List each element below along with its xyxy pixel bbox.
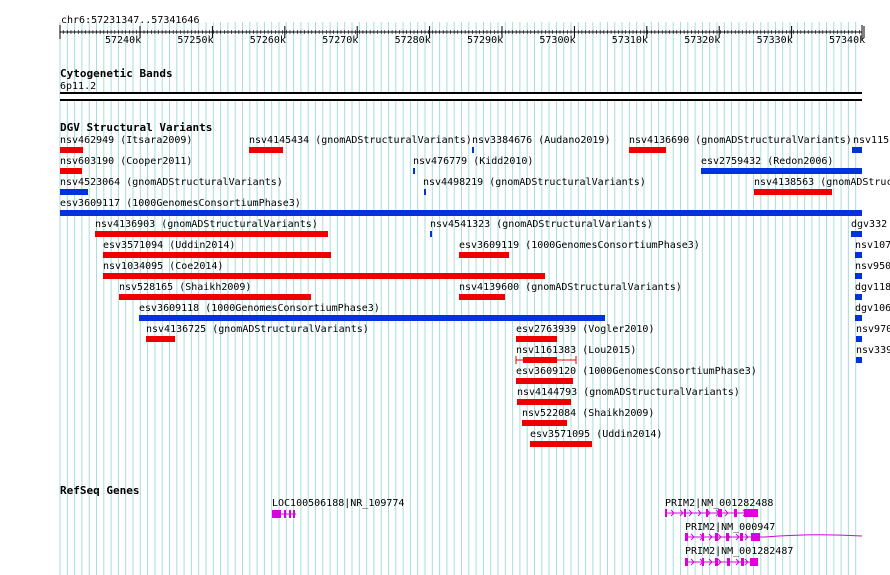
variant-bar[interactable]	[523, 357, 557, 363]
variant-bar[interactable]	[629, 147, 666, 153]
variant-bar[interactable]	[851, 231, 862, 237]
variant-bar[interactable]	[856, 336, 862, 342]
variant-bar[interactable]	[517, 399, 571, 405]
gene-exon[interactable]	[715, 558, 718, 566]
variant-bar[interactable]	[459, 294, 505, 300]
gene-exon[interactable]	[750, 509, 758, 517]
variant-bar[interactable]	[516, 336, 557, 342]
variant-bar[interactable]	[103, 273, 545, 279]
variant-bar[interactable]	[424, 189, 426, 195]
variant-bar[interactable]	[413, 168, 415, 174]
variant-bar[interactable]	[249, 147, 283, 153]
gene-exon[interactable]	[706, 509, 708, 517]
gene-exon[interactable]	[289, 510, 291, 518]
gene-exon[interactable]	[727, 558, 730, 566]
gene-exon[interactable]	[751, 533, 760, 541]
variant-bar[interactable]	[459, 252, 507, 258]
variant-bar[interactable]	[855, 252, 862, 258]
gene-exon[interactable]	[685, 558, 688, 566]
variant-bar[interactable]	[430, 231, 432, 237]
gene-exon[interactable]	[284, 510, 286, 518]
variant-bar[interactable]	[60, 147, 83, 153]
variant-bar[interactable]	[139, 315, 605, 321]
gene-exon[interactable]	[293, 510, 295, 518]
variant-bar[interactable]	[103, 252, 331, 258]
gene-exon[interactable]	[684, 509, 686, 517]
variant-bar[interactable]	[530, 441, 592, 447]
variant-bar[interactable]	[855, 315, 862, 321]
gene-exon[interactable]	[750, 558, 758, 566]
feature-layer	[60, 147, 863, 566]
variant-bar[interactable]	[516, 378, 573, 384]
gene-exon[interactable]	[718, 509, 722, 517]
gene-exon[interactable]	[741, 558, 744, 566]
gene-exon[interactable]	[665, 509, 667, 517]
variant-bar[interactable]	[95, 231, 328, 237]
gene-intron-line	[764, 534, 863, 538]
gene-exon[interactable]	[734, 509, 737, 517]
variant-bar[interactable]	[146, 336, 175, 342]
variant-bar[interactable]	[856, 357, 862, 363]
variant-bar[interactable]	[852, 147, 862, 153]
gene-exon[interactable]	[740, 533, 743, 541]
variant-bar[interactable]	[522, 420, 567, 426]
variant-bar[interactable]	[507, 252, 509, 258]
gene-exon[interactable]	[702, 533, 704, 541]
gene-exon[interactable]	[685, 533, 688, 541]
gene-exon[interactable]	[726, 533, 729, 541]
variant-bar[interactable]	[701, 168, 862, 174]
variant-bar[interactable]	[855, 294, 862, 300]
variant-bar[interactable]	[754, 189, 832, 195]
variant-bar[interactable]	[60, 210, 862, 216]
gene-exon[interactable]	[715, 533, 718, 541]
variant-bar[interactable]	[60, 168, 82, 174]
gene-exon[interactable]	[702, 558, 704, 566]
variant-bar[interactable]	[60, 189, 88, 195]
gene-exon[interactable]	[272, 510, 281, 518]
variant-bar[interactable]	[119, 294, 311, 300]
variant-bar[interactable]	[855, 273, 862, 279]
variant-bar[interactable]	[472, 147, 474, 153]
